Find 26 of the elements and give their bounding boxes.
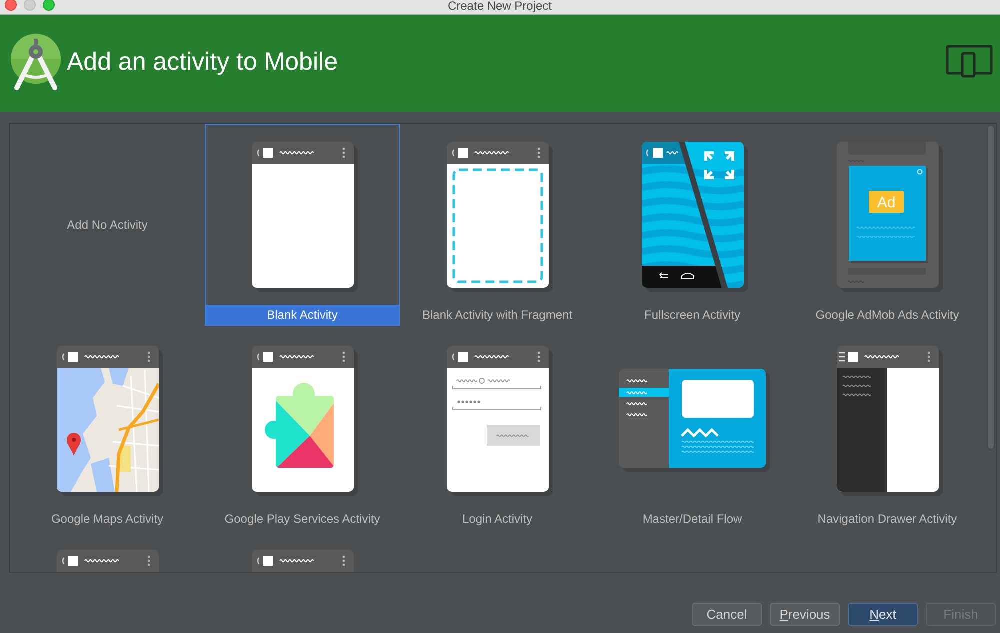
- blank-phone-drawing[interactable]: [252, 142, 358, 292]
- template-name[interactable]: Add No Activity: [11, 215, 204, 235]
- puzzle-phone-drawing[interactable]: [252, 346, 358, 496]
- template-name[interactable]: Blank Activity: [206, 305, 399, 325]
- scrollbar-thumb[interactable]: [987, 125, 995, 450]
- dialog-button[interactable]: Cancel: [692, 603, 762, 626]
- drawer-phone-drawing[interactable]: [836, 346, 942, 496]
- window-title: Create New Project: [448, 0, 552, 13]
- template-name[interactable]: Navigation Drawer Activity: [791, 509, 984, 529]
- template-name[interactable]: Google Maps Activity: [11, 509, 204, 529]
- template-name[interactable]: Blank Activity with Fragment: [401, 305, 594, 325]
- template-name[interactable]: Login Activity: [401, 509, 594, 529]
- fullscreen-phone-drawing[interactable]: [642, 142, 748, 292]
- login-form-phone-drawing[interactable]: [446, 346, 552, 496]
- close-button[interactable]: [5, 0, 17, 11]
- template-name[interactable]: Google Play Services Activity: [206, 509, 399, 529]
- template-name[interactable]: Fullscreen Activity: [596, 305, 789, 325]
- dialog-button[interactable]: Previous: [770, 603, 840, 626]
- dialog-button[interactable]: Next: [848, 603, 918, 626]
- page-title: Add an activity to Mobile: [67, 46, 338, 76]
- dashed-frame-phone-drawing[interactable]: [446, 142, 552, 292]
- ad-badge: Ad: [868, 191, 904, 213]
- tablet-phone-icon: [946, 45, 993, 78]
- template-name[interactable]: Google AdMob Ads Activity: [791, 305, 984, 325]
- map-phone-drawing[interactable]: [56, 346, 162, 496]
- template-name[interactable]: Master/Detail Flow: [596, 509, 789, 529]
